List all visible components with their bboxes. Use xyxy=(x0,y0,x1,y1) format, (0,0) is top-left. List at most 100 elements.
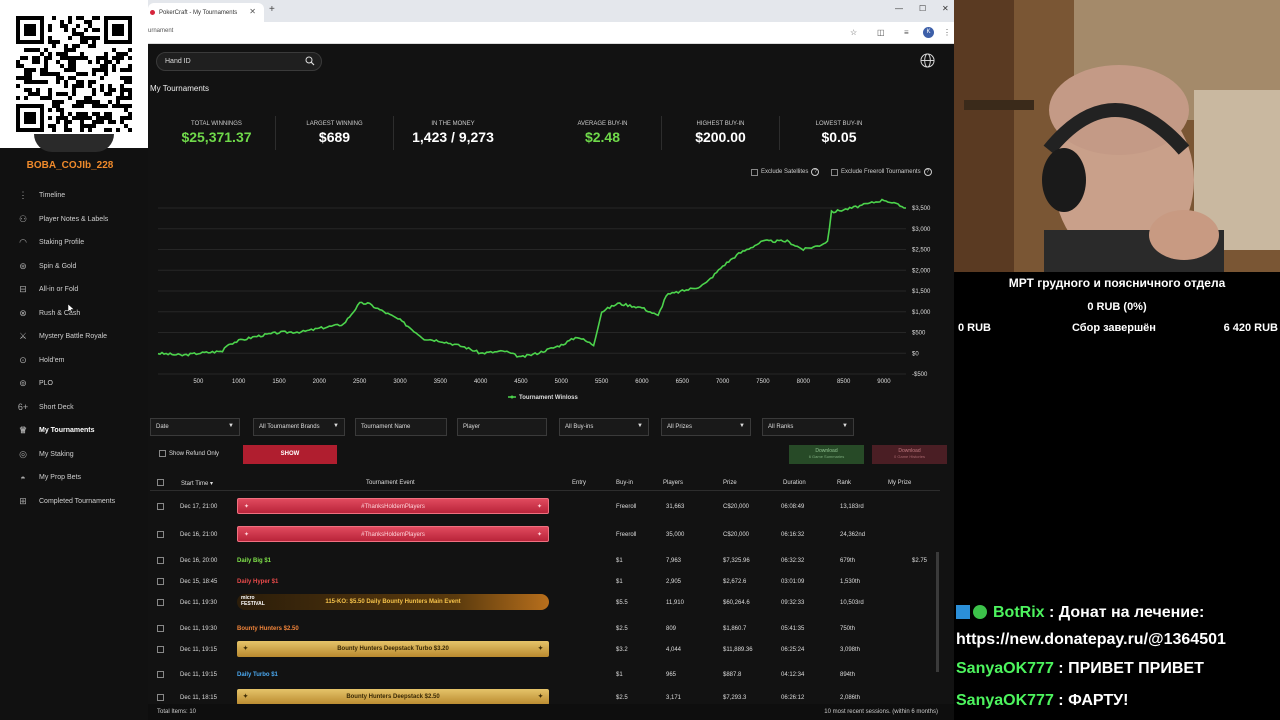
filter-all-prizes[interactable]: All Prizes ▼ xyxy=(661,418,751,436)
header-event[interactable]: Tournament Event xyxy=(366,480,415,486)
table-row[interactable]: Dec 16, 20:00 Daily Big $1 $1 7,963 $7,325.9… xyxy=(150,550,940,572)
tab-close-icon[interactable]: ✕ xyxy=(249,7,256,16)
cell-event-name[interactable]: Bounty Hunters $2.50 xyxy=(237,626,299,632)
download-histories-button[interactable]: Download 0 Game Histories xyxy=(872,445,947,464)
download-summaries-button[interactable]: Download 6 Game Summaries xyxy=(789,445,864,464)
globe-icon[interactable] xyxy=(920,53,935,68)
row-checkbox[interactable] xyxy=(157,531,164,538)
table-scrollbar[interactable] xyxy=(936,552,939,672)
sidebar-item-spin-gold[interactable]: ⊛ Spin & Gold xyxy=(0,255,148,279)
cell-event-name[interactable]: Daily Big $1 xyxy=(237,558,271,564)
extensions-icon[interactable]: ◫ xyxy=(877,28,885,37)
header-players[interactable]: Players xyxy=(663,480,683,486)
checkbox-box[interactable] xyxy=(751,168,758,176)
refund-only-label: Show Refund Only xyxy=(169,450,220,457)
event-banner[interactable]: #ThanksHoldemPlayers ✦ ✦ xyxy=(237,498,549,514)
row-checkbox[interactable] xyxy=(157,646,164,653)
help-icon[interactable]: ? xyxy=(923,168,932,176)
cell-duration: 05:41:35 xyxy=(781,626,805,632)
maximize-icon[interactable]: ☐ xyxy=(919,4,926,13)
event-banner[interactable]: 115-KO: $5.50 Daily Bounty Hunters Main … xyxy=(237,594,549,610)
avatar[interactable] xyxy=(34,134,114,152)
hand-id-search[interactable]: Hand ID xyxy=(156,52,322,71)
chat-nick[interactable]: SanyaOK777 xyxy=(956,692,1054,709)
header-entry[interactable]: Entry xyxy=(572,480,586,486)
table-row[interactable]: Dec 11, 19:15 Bounty Hunters Deepstack Tu… xyxy=(150,639,940,661)
table-header: Start Time ▾ Tournament Event Entry Buy-… xyxy=(150,476,940,491)
sidebar-item-mystery-battle-royale[interactable]: ⚔ Mystery Battle Royale xyxy=(0,325,148,349)
stats-group: TOTAL WINNINGS $25,371.37 LARGEST WINNING $… xyxy=(158,116,512,150)
header-duration[interactable]: Duration xyxy=(783,480,806,486)
table-footer: Total Items: 10 10 most recent sessions.… xyxy=(148,704,954,720)
minimize-icon[interactable]: — xyxy=(895,4,903,13)
header-my-prize[interactable]: My Prize xyxy=(888,480,911,486)
cell-event-name[interactable]: Daily Turbo $1 xyxy=(237,672,278,678)
table-row[interactable]: Dec 11, 19:15 Daily Turbo $1 $1 965 $887.8 04… xyxy=(150,664,940,686)
row-checkbox[interactable] xyxy=(157,625,164,632)
filter-date[interactable]: Date ▼ xyxy=(150,418,240,436)
table-row[interactable]: Dec 16, 21:00 #ThanksHoldemPlayers ✦ ✦ Freer… xyxy=(150,524,940,546)
sidebar-item-my-tournaments[interactable]: ♕ My Tournaments xyxy=(0,419,148,443)
browser-menu-icon[interactable]: ⋮ xyxy=(943,28,951,37)
show-button[interactable]: SHOW xyxy=(243,445,337,464)
event-banner[interactable]: #ThanksHoldemPlayers ✦ ✦ xyxy=(237,526,549,542)
chat-text: : ПРИВЕТ ПРИВЕТ xyxy=(1053,660,1204,677)
sidebar-item-plo[interactable]: ⊚ PLO xyxy=(0,372,148,396)
header-rank[interactable]: Rank xyxy=(837,480,851,486)
rush-icon: ⊗ xyxy=(19,307,27,318)
table-row[interactable]: Dec 11, 19:30 Bounty Hunters $2.50 $2.5 809… xyxy=(150,618,940,640)
sidebar-item-completed-tournaments[interactable]: ⊞ Completed Tournaments xyxy=(0,490,148,514)
sidebar-item-all-in-or-fold[interactable]: ⊟ All-in or Fold xyxy=(0,278,148,302)
filter-all-buy-ins[interactable]: All Buy-ins ▼ xyxy=(559,418,649,436)
sidebar-item-player-notes-labels[interactable]: ⚇ Player Notes & Labels xyxy=(0,208,148,232)
filter-player[interactable]: Player xyxy=(457,418,547,436)
header-prize[interactable]: Prize xyxy=(723,480,737,486)
x-tick-label: 2000 xyxy=(313,379,327,385)
checkbox-box[interactable] xyxy=(159,450,166,457)
sidebar-item-my-staking[interactable]: ◎ My Staking xyxy=(0,443,148,467)
sidebar-item-timeline[interactable]: ⋮ Timeline xyxy=(0,184,148,208)
checkbox-box[interactable] xyxy=(831,168,838,176)
help-icon[interactable]: ? xyxy=(811,168,820,176)
exclude-satellites-checkbox[interactable]: Exclude Satellites ? xyxy=(751,168,820,176)
header-start-time[interactable]: Start Time ▾ xyxy=(181,480,213,487)
browser-tab[interactable]: PokerCraft - My Tournaments ✕ xyxy=(148,3,264,22)
event-banner[interactable]: Bounty Hunters Deepstack Turbo $3.20 ✦ ✦ xyxy=(237,641,549,657)
row-checkbox[interactable] xyxy=(157,578,164,585)
event-banner[interactable]: Bounty Hunters Deepstack $2.50 ✦ ✦ xyxy=(237,689,549,705)
row-checkbox[interactable] xyxy=(157,599,164,606)
filter-tournament-name[interactable]: Tournament Name xyxy=(355,418,447,436)
header-buyin[interactable]: Buy-in xyxy=(616,480,633,486)
row-checkbox[interactable] xyxy=(157,557,164,564)
chat-text: https://new.donatepay.ru/@1364501 xyxy=(956,631,1226,648)
pokercraft-page: Hand ID My Tournaments TOTAL WINNINGS $25… xyxy=(148,44,954,720)
table-row[interactable]: Dec 11, 19:30 115-KO: $5.50 Daily Bounty … xyxy=(150,592,940,614)
filter-all-tournament-brands[interactable]: All Tournament Brands ▼ xyxy=(253,418,345,436)
sidebar-item-label: Completed Tournaments xyxy=(39,497,116,505)
select-all-checkbox[interactable] xyxy=(157,479,164,486)
sidebar-item-hold-em[interactable]: ⊙ Hold'em xyxy=(0,349,148,373)
row-checkbox[interactable] xyxy=(157,694,164,701)
search-icon[interactable] xyxy=(305,56,315,66)
row-checkbox[interactable] xyxy=(157,503,164,510)
sidebar-item-short-deck[interactable]: 6+ Short Deck xyxy=(0,396,148,420)
new-tab-icon[interactable]: + xyxy=(269,4,275,15)
completed-icon: ⊞ xyxy=(19,495,27,506)
url-text[interactable]: urnament xyxy=(148,28,173,34)
sidebar-item-label: Short Deck xyxy=(39,403,74,411)
sidebar-item-staking-profile[interactable]: ◠ Staking Profile xyxy=(0,231,148,255)
filter-all-ranks[interactable]: All Ranks ▼ xyxy=(762,418,854,436)
close-window-icon[interactable]: ✕ xyxy=(942,4,949,13)
profile-avatar[interactable]: K xyxy=(923,27,934,38)
row-checkbox[interactable] xyxy=(157,671,164,678)
cell-event-name[interactable]: Daily Hyper $1 xyxy=(237,579,278,585)
chat-nick[interactable]: BotRix xyxy=(993,604,1045,621)
table-row[interactable]: Dec 17, 21:00 #ThanksHoldemPlayers ✦ ✦ Freer… xyxy=(150,496,940,518)
refund-only-checkbox[interactable]: Show Refund Only xyxy=(159,450,219,457)
sidebar-item-my-prop-bets[interactable]: ◓ My Prop Bets xyxy=(0,466,148,490)
table-row[interactable]: Dec 15, 18:45 Daily Hyper $1 $1 2,905 $2,672… xyxy=(150,571,940,593)
exclude-freeroll-checkbox[interactable]: Exclude Freeroll Tournaments ? xyxy=(831,168,932,176)
bookmark-star-icon[interactable]: ☆ xyxy=(850,28,857,37)
chat-nick[interactable]: SanyaOK777 xyxy=(956,660,1054,677)
media-icon[interactable]: ≡ xyxy=(904,28,909,37)
